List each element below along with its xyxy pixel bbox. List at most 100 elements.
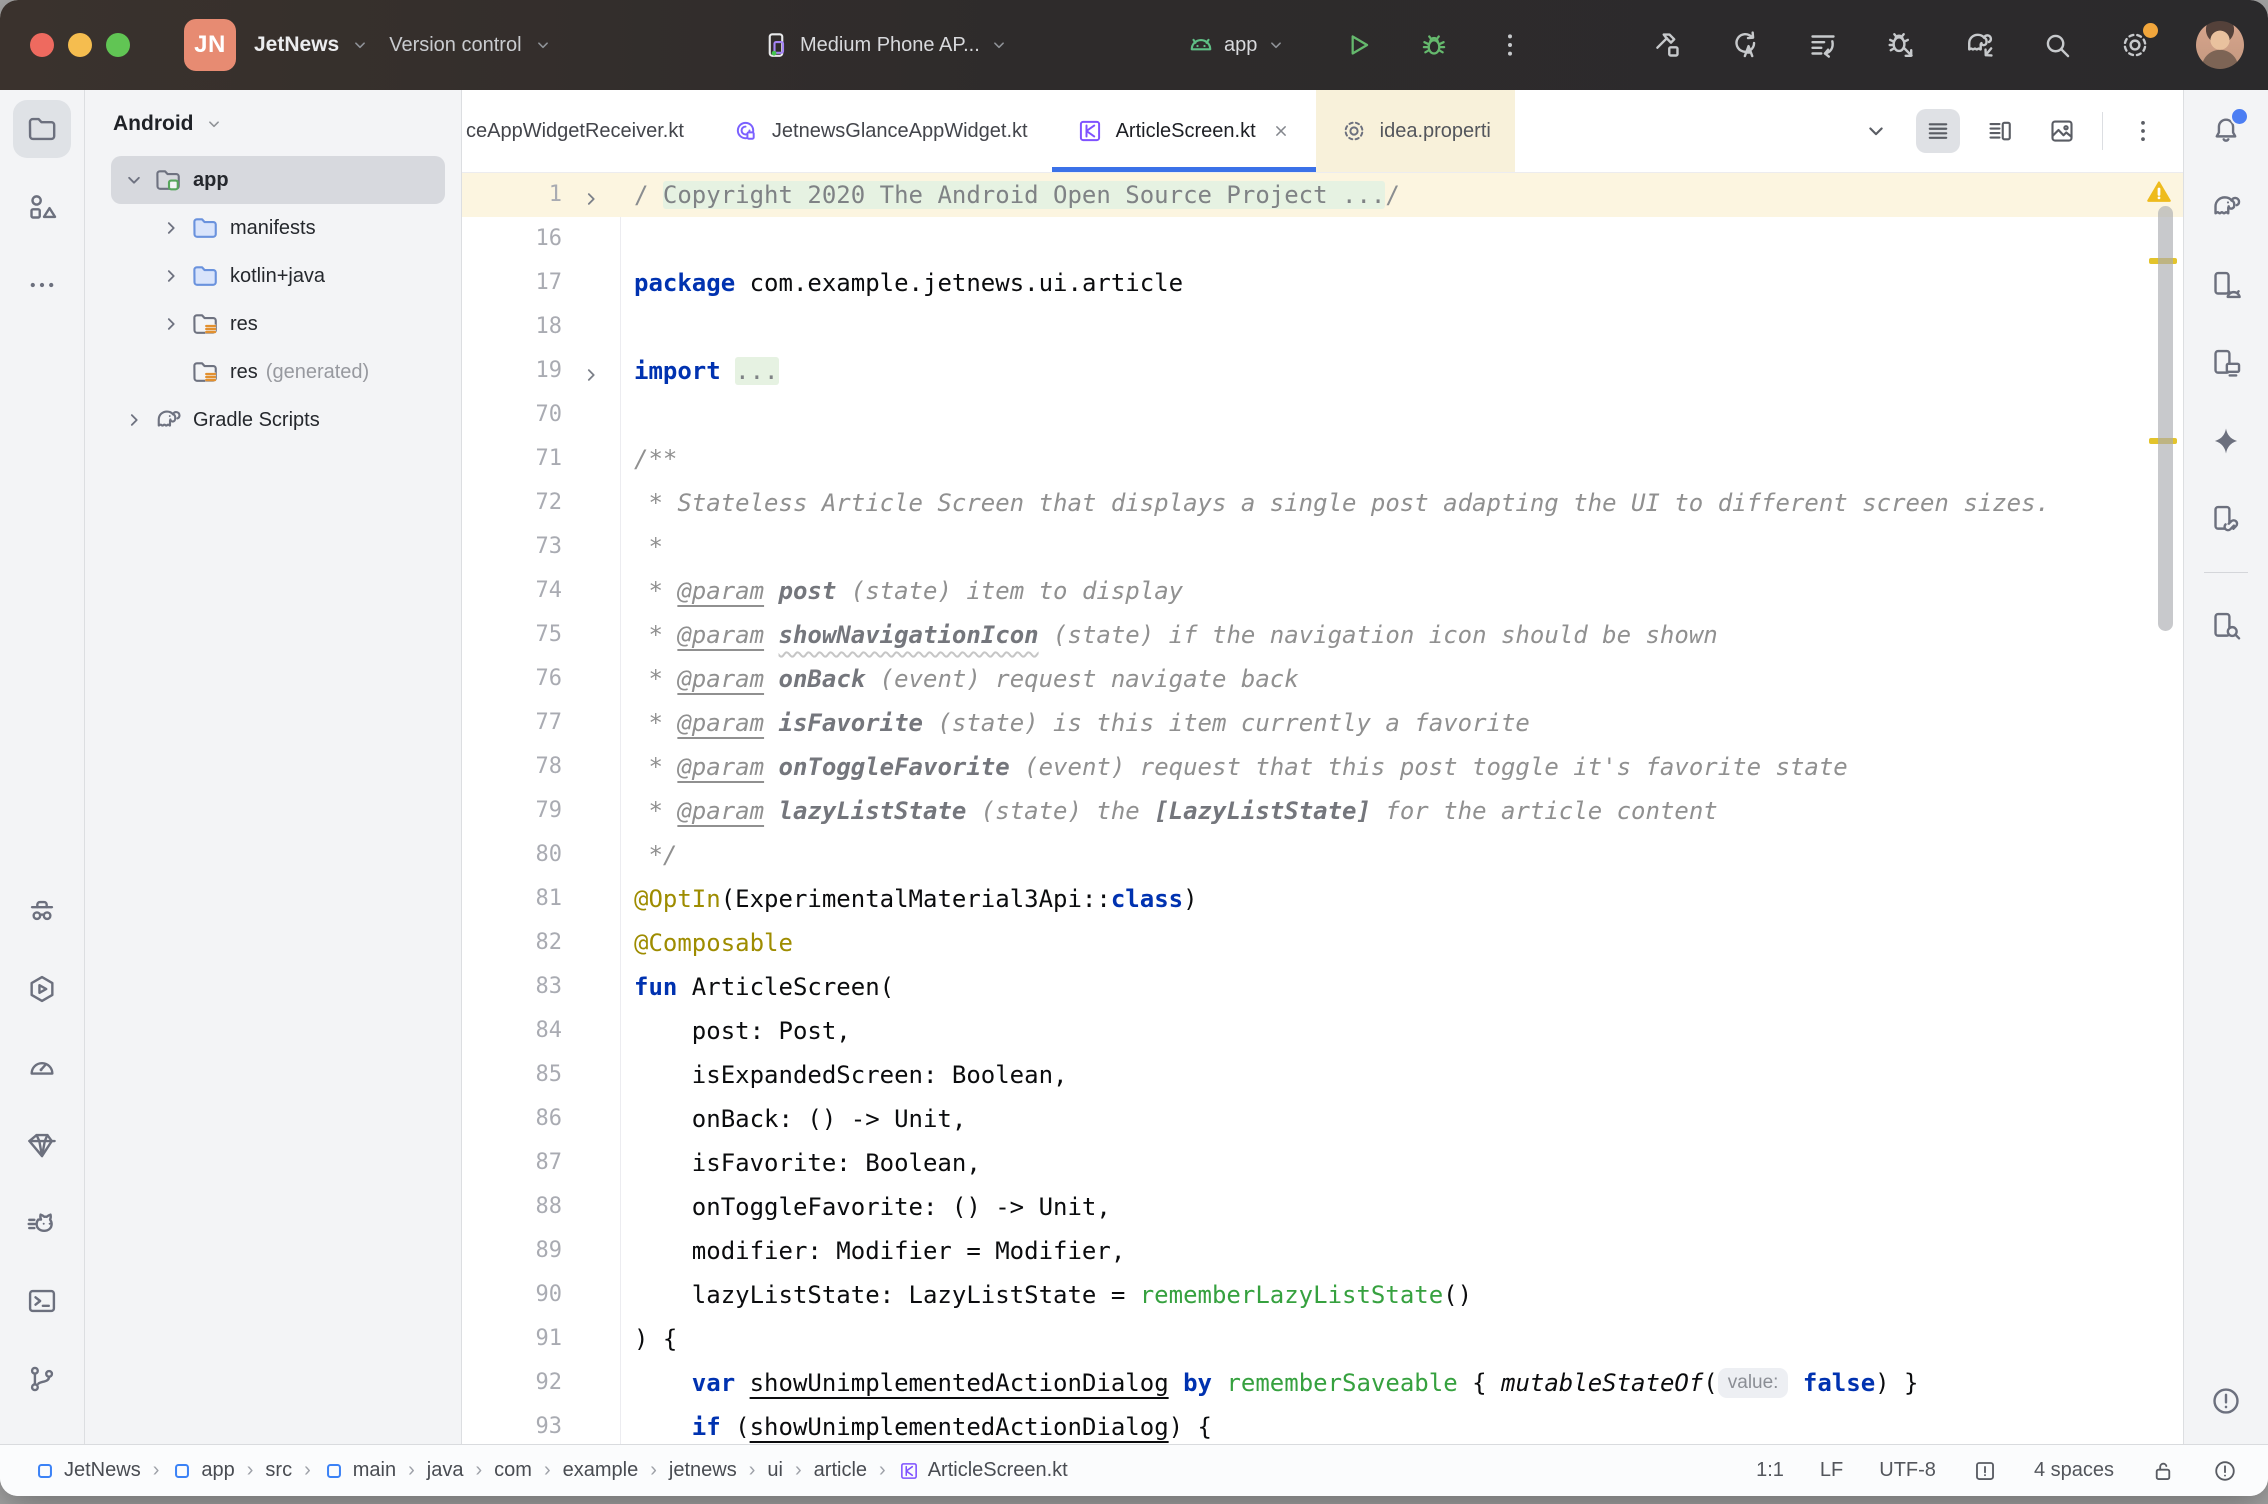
- breadcrumb-item-example[interactable]: example: [563, 1459, 639, 1482]
- status-indent[interactable]: 4 spaces: [2034, 1459, 2114, 1482]
- split-editor-button[interactable]: [1978, 109, 2022, 153]
- gradle-sync-button[interactable]: [1962, 28, 1996, 62]
- code-line-72[interactable]: 72 * Stateless Article Screen that displ…: [462, 481, 2183, 525]
- tool-app-inspection[interactable]: [13, 882, 71, 940]
- tool-profiler[interactable]: [13, 1038, 71, 1096]
- tab-ceappwidgetreceiver-kt[interactable]: ceAppWidgetReceiver.kt: [462, 90, 708, 172]
- gutter-line-number[interactable]: 18: [462, 305, 562, 349]
- breadcrumb-item-articlescreen-kt[interactable]: ArticleScreen.kt: [898, 1459, 1068, 1482]
- project-menu[interactable]: JetNews: [254, 33, 371, 57]
- gutter-line-number[interactable]: 72: [462, 481, 562, 525]
- breadcrumb-item-ui[interactable]: ui: [767, 1459, 783, 1482]
- gutter-line-number[interactable]: 92: [462, 1361, 562, 1405]
- zoom-window-button[interactable]: [106, 33, 130, 57]
- gutter-line-number[interactable]: 78: [462, 745, 562, 789]
- fold-region-icon[interactable]: [578, 358, 604, 384]
- project-view-selector[interactable]: Android: [85, 90, 461, 150]
- gutter-line-number[interactable]: 77: [462, 701, 562, 745]
- gutter-line-number[interactable]: 87: [462, 1141, 562, 1185]
- settings-button[interactable]: [2118, 28, 2152, 62]
- gutter-line-number[interactable]: 16: [462, 217, 562, 261]
- gutter-line-number[interactable]: 93: [462, 1405, 562, 1444]
- code-line-70[interactable]: 70: [462, 393, 2183, 437]
- gutter-line-number[interactable]: 83: [462, 965, 562, 1009]
- tool-running-devices[interactable]: [2197, 334, 2255, 392]
- code-line-82[interactable]: 82@Composable: [462, 921, 2183, 965]
- breadcrumb-item-app[interactable]: app: [171, 1459, 234, 1482]
- tree-item-res[interactable]: res(generated): [111, 348, 445, 396]
- code-line-71[interactable]: 71/**: [462, 437, 2183, 481]
- breadcrumb-item-main[interactable]: main: [323, 1459, 396, 1482]
- tool-notifications[interactable]: [2197, 100, 2255, 158]
- minimize-window-button[interactable]: [68, 33, 92, 57]
- code-line-88[interactable]: 88 onToggleFavorite: () -> Unit,: [462, 1185, 2183, 1229]
- code-line-16[interactable]: 16: [462, 217, 2183, 261]
- code-editor[interactable]: 1/ Copyright 2020 The Android Open Sourc…: [462, 173, 2183, 1444]
- gutter-line-number[interactable]: 79: [462, 789, 562, 833]
- breadcrumb-item-article[interactable]: article: [814, 1459, 867, 1482]
- tab-idea-properti[interactable]: idea.properti: [1316, 90, 1515, 172]
- editor-options-button[interactable]: [2121, 109, 2165, 153]
- gutter-line-number[interactable]: 17: [462, 261, 562, 305]
- build-button[interactable]: [1650, 28, 1684, 62]
- tool-app-quality-insights[interactable]: [13, 1116, 71, 1174]
- gutter-line-number[interactable]: 80: [462, 833, 562, 877]
- run-configuration-selector[interactable]: app: [1186, 0, 1287, 90]
- code-line-1[interactable]: 1/ Copyright 2020 The Android Open Sourc…: [462, 173, 2183, 217]
- breadcrumb-item-java[interactable]: java: [427, 1459, 464, 1482]
- tree-item-kotlin-java[interactable]: kotlin+java: [111, 252, 445, 300]
- code-line-76[interactable]: 76 * @param onBack (event) request navig…: [462, 657, 2183, 701]
- code-line-84[interactable]: 84 post: Post,: [462, 1009, 2183, 1053]
- gutter-line-number[interactable]: 81: [462, 877, 562, 921]
- code-line-74[interactable]: 74 * @param post (state) item to display: [462, 569, 2183, 613]
- tab-articlescreen-kt[interactable]: ArticleScreen.kt: [1052, 90, 1316, 172]
- gutter-line-number[interactable]: 1: [462, 173, 562, 217]
- tool-services[interactable]: [13, 960, 71, 1018]
- gutter-line-number[interactable]: 71: [462, 437, 562, 481]
- code-line-18[interactable]: 18: [462, 305, 2183, 349]
- chevron-down-icon[interactable]: [121, 167, 147, 193]
- debug-button[interactable]: [1412, 23, 1456, 67]
- close-window-button[interactable]: [30, 33, 54, 57]
- inspections-warning-icon[interactable]: [2144, 177, 2174, 207]
- search-everywhere-button[interactable]: [2040, 28, 2074, 62]
- lock-open-icon[interactable]: [2150, 1458, 2176, 1484]
- user-avatar[interactable]: [2196, 21, 2244, 69]
- gutter-line-number[interactable]: 73: [462, 525, 562, 569]
- tool-gradle[interactable]: [2197, 178, 2255, 236]
- run-button[interactable]: [1336, 23, 1380, 67]
- gutter-line-number[interactable]: 85: [462, 1053, 562, 1097]
- problems-icon[interactable]: [2212, 1458, 2238, 1484]
- tool-terminal[interactable]: [13, 1272, 71, 1330]
- preview-layout-button[interactable]: [2040, 109, 2084, 153]
- code-line-78[interactable]: 78 * @param onToggleFavorite (event) req…: [462, 745, 2183, 789]
- code-line-89[interactable]: 89 modifier: Modifier = Modifier,: [462, 1229, 2183, 1273]
- code-line-93[interactable]: 93 if (showUnimplementedActionDialog) {: [462, 1405, 2183, 1444]
- code-line-80[interactable]: 80 */: [462, 833, 2183, 877]
- gutter-line-number[interactable]: 70: [462, 393, 562, 437]
- code-line-77[interactable]: 77 * @param isFavorite (state) is this i…: [462, 701, 2183, 745]
- gutter-line-number[interactable]: 76: [462, 657, 562, 701]
- inspections-icon[interactable]: [1972, 1458, 1998, 1484]
- tool-device-manager[interactable]: [2197, 256, 2255, 314]
- list-view-button[interactable]: [1916, 109, 1960, 153]
- more-actions-button[interactable]: [1488, 23, 1532, 67]
- breadcrumb-item-src[interactable]: src: [265, 1459, 292, 1482]
- breadcrumb-item-com[interactable]: com: [494, 1459, 532, 1482]
- tree-item-res[interactable]: res: [111, 300, 445, 348]
- code-line-81[interactable]: 81@OptIn(ExperimentalMaterial3Api::class…: [462, 877, 2183, 921]
- gutter-line-number[interactable]: 84: [462, 1009, 562, 1053]
- device-selector[interactable]: Medium Phone AP...: [762, 0, 1010, 90]
- gutter-line-number[interactable]: 75: [462, 613, 562, 657]
- vcs-menu[interactable]: Version control: [389, 34, 553, 57]
- code-line-79[interactable]: 79 * @param lazyListState (state) the [L…: [462, 789, 2183, 833]
- code-line-75[interactable]: 75 * @param showNavigationIcon (state) i…: [462, 613, 2183, 657]
- tree-item-gradle-scripts[interactable]: Gradle Scripts: [111, 396, 445, 444]
- close-tab-icon[interactable]: [1270, 120, 1292, 142]
- status-encoding[interactable]: UTF-8: [1879, 1459, 1936, 1482]
- gutter-line-number[interactable]: 89: [462, 1229, 562, 1273]
- tool-device-explorer[interactable]: [2197, 597, 2255, 655]
- gutter-line-number[interactable]: 82: [462, 921, 562, 965]
- tool-problems[interactable]: [2197, 1372, 2255, 1430]
- chevron-right-icon[interactable]: [158, 311, 184, 337]
